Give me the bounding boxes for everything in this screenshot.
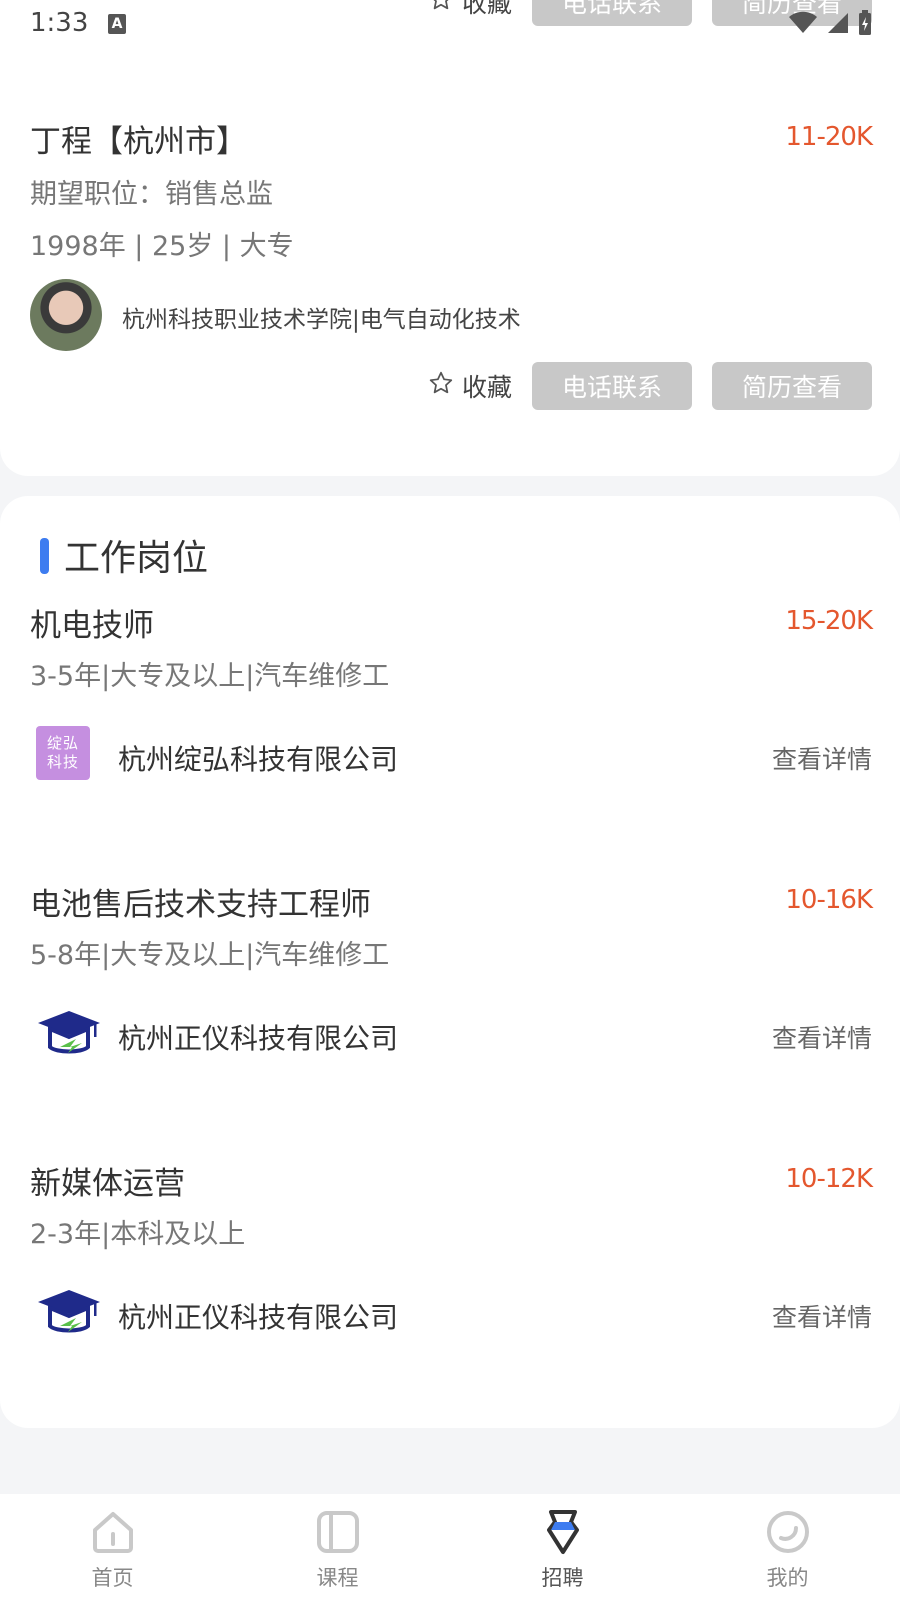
recruit-icon: [539, 1508, 587, 1556]
status-bar: 1:33 A: [0, 0, 900, 50]
graduation-cap-logo-icon: [36, 1005, 100, 1061]
view-details-link[interactable]: 查看详情: [772, 1019, 872, 1055]
favorite-label: 收藏: [461, 373, 512, 402]
candidate-expected-position: 期望职位：销售总监: [30, 179, 273, 210]
company-logo-text: 绽弘 科技: [36, 726, 90, 780]
view-details-link[interactable]: 查看详情: [772, 1298, 872, 1334]
jobs-card: 工作岗位 机电技师 15-20K 3-5年|大专及以上|汽车维修工 绽弘 科技 杭…: [0, 496, 900, 1428]
job-requirements: 5-8年|大专及以上|汽车维修工: [30, 940, 390, 971]
job-item[interactable]: 机电技师 15-20K 3-5年|大专及以上|汽车维修工 绽弘 科技 杭州绽弘科技…: [0, 600, 900, 840]
battery-icon: [858, 10, 872, 40]
company-name: 杭州正仪科技有限公司: [118, 1301, 399, 1334]
avatar: [30, 279, 102, 351]
company-logo: 绽弘 科技: [36, 726, 92, 782]
job-title: 电池售后技术支持工程师: [30, 887, 371, 923]
candidate-actions: 收藏 电话联系 简历查看: [428, 362, 872, 410]
job-title: 机电技师: [30, 608, 154, 644]
home-icon: [89, 1508, 137, 1556]
status-icons: [788, 10, 872, 40]
candidate-meta: 1998年 | 25岁 | 大专: [30, 231, 294, 262]
signal-icon: [826, 11, 850, 39]
company-name: 杭州正仪科技有限公司: [118, 1022, 399, 1055]
candidate-card: 收藏 电话联系 简历查看 丁程【杭州市】 11-20K 期望职位：销售总监 19…: [0, 0, 900, 476]
job-item[interactable]: 新媒体运营 10-12K 2-3年|本科及以上 杭州正仪科技有限公司 查看详情: [0, 1158, 900, 1398]
section-title: 工作岗位: [64, 538, 209, 579]
tab-label: 招聘: [541, 1566, 584, 1590]
course-icon: [314, 1508, 362, 1556]
tab-course[interactable]: 课程: [225, 1494, 450, 1600]
tab-home[interactable]: 首页: [0, 1494, 225, 1600]
tab-label: 首页: [91, 1566, 134, 1590]
bottom-tab-bar: 首页 课程 招聘 我的: [0, 1494, 900, 1600]
job-requirements: 3-5年|大专及以上|汽车维修工: [30, 661, 390, 692]
wifi-icon: [788, 11, 818, 39]
favorite-button[interactable]: 收藏: [428, 368, 512, 404]
job-salary: 15-20K: [785, 606, 873, 636]
star-icon: [428, 370, 454, 402]
job-requirements: 2-3年|本科及以上: [30, 1219, 246, 1250]
tab-profile[interactable]: 我的: [675, 1494, 900, 1600]
section-accent-bar: [40, 538, 49, 574]
job-title: 新媒体运营: [30, 1166, 185, 1202]
candidate-name: 丁程【杭州市】: [30, 124, 247, 160]
candidate-school: 杭州科技职业技术学院|电气自动化技术: [122, 307, 521, 333]
call-button[interactable]: 电话联系: [532, 362, 692, 410]
job-salary: 10-16K: [785, 885, 873, 915]
candidate-salary: 11-20K: [785, 122, 873, 152]
view-details-link[interactable]: 查看详情: [772, 740, 872, 776]
tab-label: 课程: [316, 1566, 359, 1590]
resume-button[interactable]: 简历查看: [712, 362, 872, 410]
job-salary: 10-12K: [785, 1164, 873, 1194]
profile-icon: [764, 1508, 812, 1556]
company-name: 杭州绽弘科技有限公司: [118, 743, 399, 776]
status-time: 1:33: [30, 8, 89, 38]
tab-recruit[interactable]: 招聘: [450, 1494, 675, 1600]
notification-a-icon: A: [108, 14, 126, 34]
tab-label: 我的: [766, 1566, 809, 1590]
job-item[interactable]: 电池售后技术支持工程师 10-16K 5-8年|大专及以上|汽车维修工 杭州正仪…: [0, 879, 900, 1119]
graduation-cap-logo-icon: [36, 1284, 100, 1340]
